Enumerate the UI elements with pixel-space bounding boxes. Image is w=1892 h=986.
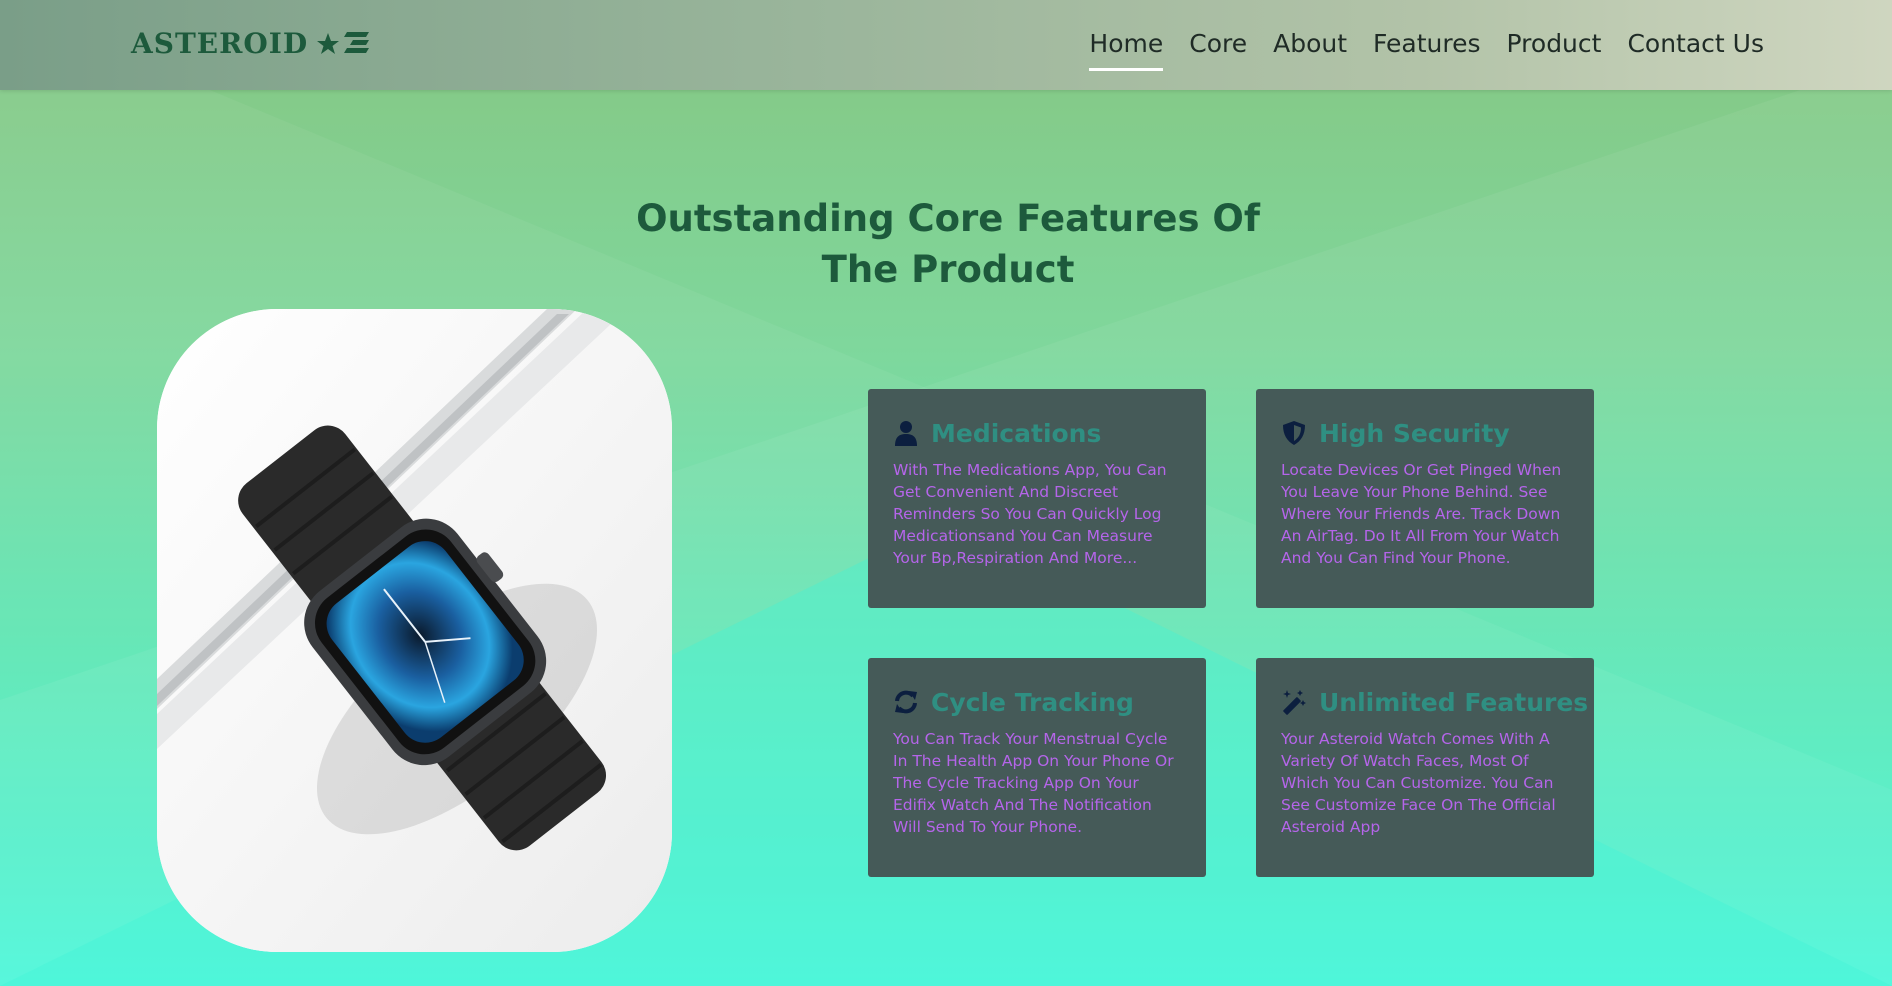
smartwatch-photo xyxy=(157,309,672,952)
nav-product[interactable]: Product xyxy=(1507,24,1602,68)
brand-name: ASTEROID xyxy=(131,27,309,60)
feature-card-medications[interactable]: Medications With The Medications App, Yo… xyxy=(868,389,1206,608)
feature-card-high-security[interactable]: High Security Locate Devices Or Get Ping… xyxy=(1256,389,1594,608)
star-icon xyxy=(317,33,340,54)
user-icon xyxy=(893,420,919,446)
page: ASTEROID Home Core About Features Produc… xyxy=(0,0,1892,986)
product-image xyxy=(157,309,672,952)
feature-title: Medications xyxy=(931,418,1102,448)
main-nav: Home Core About Features Product Contact… xyxy=(1089,24,1764,71)
nav-about[interactable]: About xyxy=(1273,24,1347,68)
nav-contact-us[interactable]: Contact Us xyxy=(1627,24,1764,68)
magic-wand-icon xyxy=(1281,689,1307,715)
feature-card-cycle-tracking[interactable]: Cycle Tracking You Can Track Your Menstr… xyxy=(868,658,1206,877)
sync-icon xyxy=(893,689,919,715)
brand-logo[interactable]: ASTEROID xyxy=(131,26,370,62)
section-title: Outstanding Core Features Of The Product xyxy=(600,193,1296,295)
top-navbar: ASTEROID Home Core About Features Produc… xyxy=(0,0,1892,90)
nav-home[interactable]: Home xyxy=(1089,24,1163,71)
nav-core[interactable]: Core xyxy=(1189,24,1247,68)
feature-title: High Security xyxy=(1319,418,1510,448)
feature-card-unlimited-features[interactable]: Unlimited Features Your Asteroid Watch C… xyxy=(1256,658,1594,877)
feature-title: Unlimited Features xyxy=(1319,687,1589,717)
section-title-line-1: Outstanding Core Features Of xyxy=(636,197,1260,240)
feature-description: With The Medications App, You Can Get Co… xyxy=(893,461,1167,567)
section-title-line-2: The Product xyxy=(821,248,1075,291)
feature-description: Your Asteroid Watch Comes With A Variety… xyxy=(1281,730,1556,836)
feature-description: Locate Devices Or Get Pinged When You Le… xyxy=(1281,461,1562,567)
shield-icon xyxy=(1281,420,1307,446)
feature-title: Cycle Tracking xyxy=(931,687,1134,717)
stripes-icon xyxy=(344,32,370,53)
feature-description: You Can Track Your Menstrual Cycle In Th… xyxy=(893,730,1174,836)
nav-features[interactable]: Features xyxy=(1373,24,1481,68)
